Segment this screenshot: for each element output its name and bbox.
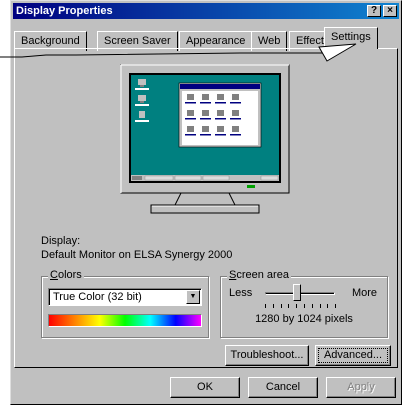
color-spectrum-bar: [48, 314, 202, 327]
callout-arrow: [0, 43, 357, 62]
slider-tick: [311, 304, 313, 308]
advanced-button[interactable]: Advanced...: [315, 345, 391, 366]
slider-ticks: [265, 304, 337, 308]
slider-tick: [280, 304, 282, 308]
colors-dropdown-value: True Color (32 bit): [53, 291, 142, 303]
colors-group: Colors True Color (32 bit) ▼: [41, 269, 209, 338]
slider-tick: [272, 304, 274, 308]
screen-area-value: 1280 by 1024 pixels: [255, 313, 353, 325]
screen-area-slider-thumb[interactable]: [292, 284, 301, 301]
slider-tick: [265, 304, 266, 308]
monitor-preview: [120, 64, 290, 214]
slider-tick: [304, 304, 305, 308]
chevron-down-icon[interactable]: ▼: [186, 290, 200, 304]
slider-tick: [319, 304, 321, 308]
slider-tick: [335, 304, 337, 308]
slider-tick: [296, 304, 298, 308]
display-label: Display:: [41, 235, 81, 247]
cancel-button[interactable]: Cancel: [248, 377, 318, 398]
slider-less-label: Less: [229, 287, 253, 299]
slider-tick: [288, 304, 290, 308]
display-value: Default Monitor on ELSA Synergy 2000: [41, 249, 233, 261]
preview-taskbar: [131, 175, 279, 181]
troubleshoot-label: Troubleshoot...: [230, 349, 304, 361]
screen-area-group: Screen area Less More 1280 by 1024 pixel…: [220, 269, 388, 338]
preview-folder-window: [178, 82, 262, 148]
settings-panel: Display: Default Monitor on ELSA Synergy…: [14, 48, 398, 368]
colors-group-label: Colors: [48, 269, 84, 281]
apply-button[interactable]: Apply: [326, 377, 396, 398]
troubleshoot-button[interactable]: Troubleshoot...: [225, 345, 309, 366]
ok-button[interactable]: OK: [170, 377, 240, 398]
screen-area-group-label: Screen area: [227, 269, 291, 281]
slider-tick: [327, 304, 329, 308]
advanced-label: Advanced...: [323, 349, 383, 361]
colors-dropdown[interactable]: True Color (32 bit) ▼: [48, 288, 202, 306]
slider-more-label: More: [351, 287, 377, 299]
